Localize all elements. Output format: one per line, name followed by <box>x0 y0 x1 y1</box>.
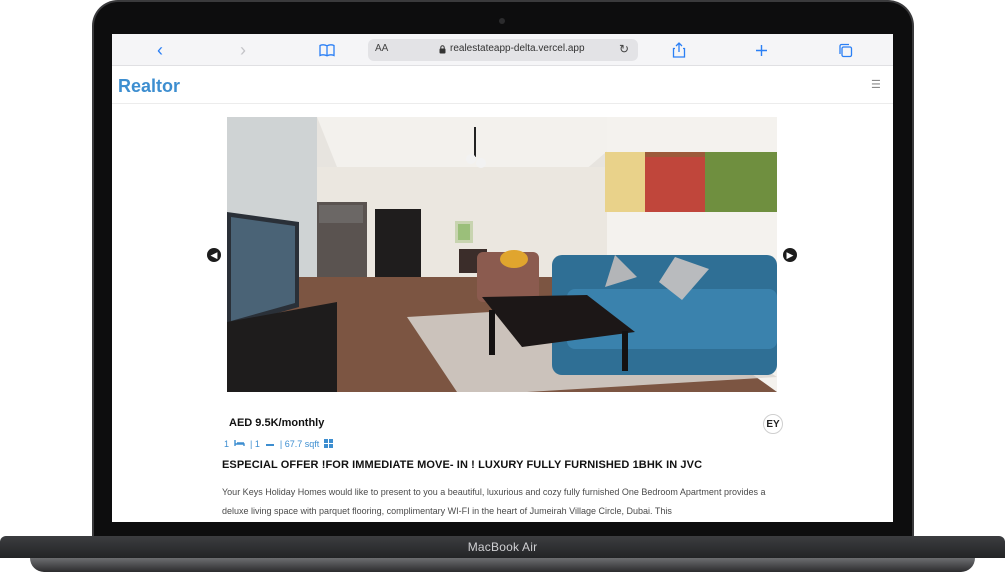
device-label: MacBook Air <box>467 540 538 554</box>
share-icon[interactable] <box>668 39 690 61</box>
rooms-count: 1 <box>224 439 230 449</box>
prev-arrow-icon[interactable]: ◀ <box>207 248 221 262</box>
bookmarks-icon[interactable] <box>316 39 338 61</box>
listing-title[interactable]: ESPECIAL OFFER !FOR IMMEDIATE MOVE- IN !… <box>222 459 702 471</box>
bed-icon <box>234 439 245 449</box>
laptop-base: MacBook Air <box>0 536 1005 577</box>
listing-photo <box>227 117 777 392</box>
lock-icon <box>439 45 446 54</box>
reload-icon[interactable]: ↻ <box>619 42 629 56</box>
brand-logo[interactable]: Realtor <box>118 76 180 97</box>
browser-screen: ‹ › AA realestateapp-delta.vercel.app ↻ <box>112 34 893 522</box>
browser-toolbar: ‹ › AA realestateapp-delta.vercel.app ↻ <box>112 34 893 66</box>
listing-description: Your Keys Holiday Homes would like to pr… <box>222 487 766 516</box>
camera-icon <box>499 18 505 24</box>
forward-icon: › <box>240 40 246 60</box>
grid-icon <box>324 438 334 450</box>
url-text: realestateapp-delta.vercel.app <box>450 43 585 54</box>
listing-price: AED 9.5K/monthly <box>229 417 325 429</box>
baths-count: | 1 <box>250 439 260 449</box>
listing-meta: 1 | 1 | 67.7 sqft <box>224 437 338 451</box>
hamburger-icon[interactable]: ☰ <box>871 78 881 91</box>
next-arrow-icon[interactable]: ▶ <box>783 248 797 262</box>
back-icon[interactable]: ‹ <box>149 39 171 61</box>
bath-icon <box>265 439 275 450</box>
tabs-icon[interactable] <box>834 39 856 61</box>
site-header: Realtor ☰ <box>112 66 893 104</box>
base-bottom <box>30 558 975 572</box>
area-value: | 67.7 sqft <box>279 439 320 449</box>
address-bar[interactable]: AA realestateapp-delta.vercel.app ↻ <box>368 39 638 61</box>
text-size-button[interactable]: AA <box>375 43 388 54</box>
new-tab-icon[interactable] <box>750 39 772 61</box>
macbook-frame: ‹ › AA realestateapp-delta.vercel.app ↻ <box>0 0 1005 577</box>
agency-logo: EY <box>763 414 783 434</box>
